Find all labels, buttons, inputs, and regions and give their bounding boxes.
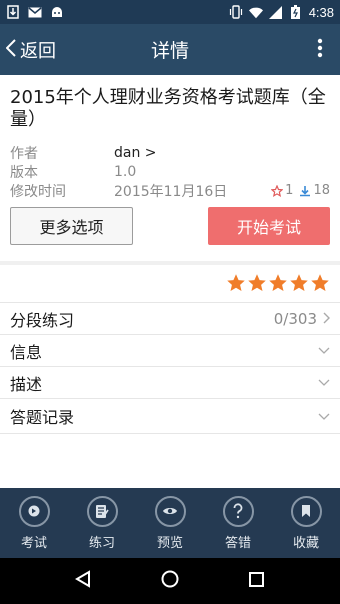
chevron-down-icon [318, 347, 330, 354]
downloads-count: 18 [313, 183, 330, 198]
star-icon [248, 274, 266, 291]
section-label: 答题记录 [10, 408, 75, 427]
app-bar: 返回 详情 [0, 24, 340, 75]
action-buttons: 更多选项 开始考试 [10, 207, 330, 245]
bottom-nav: 考试 练习 预览 答错 收藏 [0, 488, 340, 558]
back-button[interactable]: 返回 [0, 24, 56, 75]
meta-row-author: 作者 dan > [10, 143, 330, 162]
star-icon [269, 274, 287, 291]
star-outline-icon [271, 184, 284, 197]
system-nav-bar [0, 558, 340, 604]
back-label: 返回 [20, 40, 56, 62]
nav-label: 收藏 [292, 535, 319, 551]
meta-key: 版本 [10, 164, 38, 181]
favorites-count: 1 [285, 183, 294, 198]
mail-icon [28, 5, 42, 19]
signal-icon [269, 5, 283, 19]
nav-label: 答错 [224, 535, 251, 551]
book-title: 2015年个人理财业务资格考试题库（全量） [10, 87, 326, 130]
star-icon [311, 274, 329, 291]
practice-progress: 0/303 [273, 309, 317, 328]
status-bar: 4:38 [0, 0, 340, 24]
nav-favorites[interactable]: 收藏 [272, 488, 340, 558]
battery-icon [289, 5, 303, 19]
system-back-button[interactable] [68, 566, 98, 596]
meta-key: 作者 [10, 145, 38, 162]
star-icon [290, 274, 308, 291]
nav-exam[interactable]: 考试 [0, 488, 68, 558]
meta-row-modified: 修改时间 2015年11月16日 1 18 [10, 181, 330, 200]
section-label: 信息 [10, 342, 43, 362]
nav-wrong-answers[interactable]: 答错 [204, 488, 272, 558]
section-row-practice[interactable]: 分段练习 0/303 [0, 302, 340, 334]
author-link[interactable]: dan > [114, 145, 157, 161]
section-row-info[interactable]: 信息 [0, 334, 340, 366]
meta-value: 2015年11月16日 [114, 183, 228, 200]
vibrate-icon [229, 5, 243, 19]
meta-key: 修改时间 [10, 183, 66, 200]
exam-icon [18, 495, 50, 527]
meta-value: 1.0 [114, 163, 137, 180]
system-recents-button[interactable] [242, 566, 272, 596]
bookmark-icon [290, 495, 322, 527]
section-label: 分段练习 [10, 310, 75, 330]
system-home-button[interactable] [155, 566, 185, 596]
clock: 4:38 [308, 4, 334, 20]
meta-row-version: 版本 1.0 [10, 162, 330, 181]
section-label: 描述 [10, 374, 43, 394]
more-options-button[interactable]: 更多选项 [10, 207, 133, 245]
circle-home-icon [161, 570, 179, 592]
square-recents-icon [249, 571, 265, 591]
section-row-answer-history[interactable]: 答题记录 [0, 398, 340, 434]
download-notification-icon [6, 5, 20, 19]
nav-practice[interactable]: 练习 [68, 488, 136, 558]
section-divider [0, 261, 340, 265]
star-icon [227, 274, 245, 291]
eye-icon [154, 495, 186, 527]
start-exam-button[interactable]: 开始考试 [208, 207, 330, 245]
overflow-menu-button[interactable] [308, 24, 332, 75]
chevron-down-icon [318, 413, 330, 420]
section-list: 分段练习 0/303 信息 描述 答题记录 [0, 302, 340, 434]
nav-preview[interactable]: 预览 [136, 488, 204, 558]
nav-label: 考试 [20, 535, 47, 551]
practice-icon [86, 495, 118, 527]
chevron-left-icon [5, 38, 16, 61]
detail-content: 2015年个人理财业务资格考试题库（全量） 作者 dan > 版本 1.0 修改… [0, 75, 340, 488]
nav-label: 预览 [156, 535, 183, 551]
stats: 1 18 [267, 183, 330, 198]
book-meta: 作者 dan > 版本 1.0 修改时间 2015年11月16日 1 18 [10, 143, 330, 200]
rating-stars [226, 273, 330, 293]
more-vertical-icon [317, 38, 323, 62]
chevron-right-icon [323, 310, 330, 328]
triangle-back-icon [75, 570, 91, 592]
question-icon [222, 495, 254, 527]
wifi-icon [248, 5, 263, 19]
download-icon [299, 185, 311, 197]
android-icon [50, 5, 64, 19]
nav-label: 练习 [88, 535, 115, 551]
section-right: 0/303 [274, 310, 330, 328]
section-row-description[interactable]: 描述 [0, 366, 340, 398]
chevron-down-icon [318, 379, 330, 386]
